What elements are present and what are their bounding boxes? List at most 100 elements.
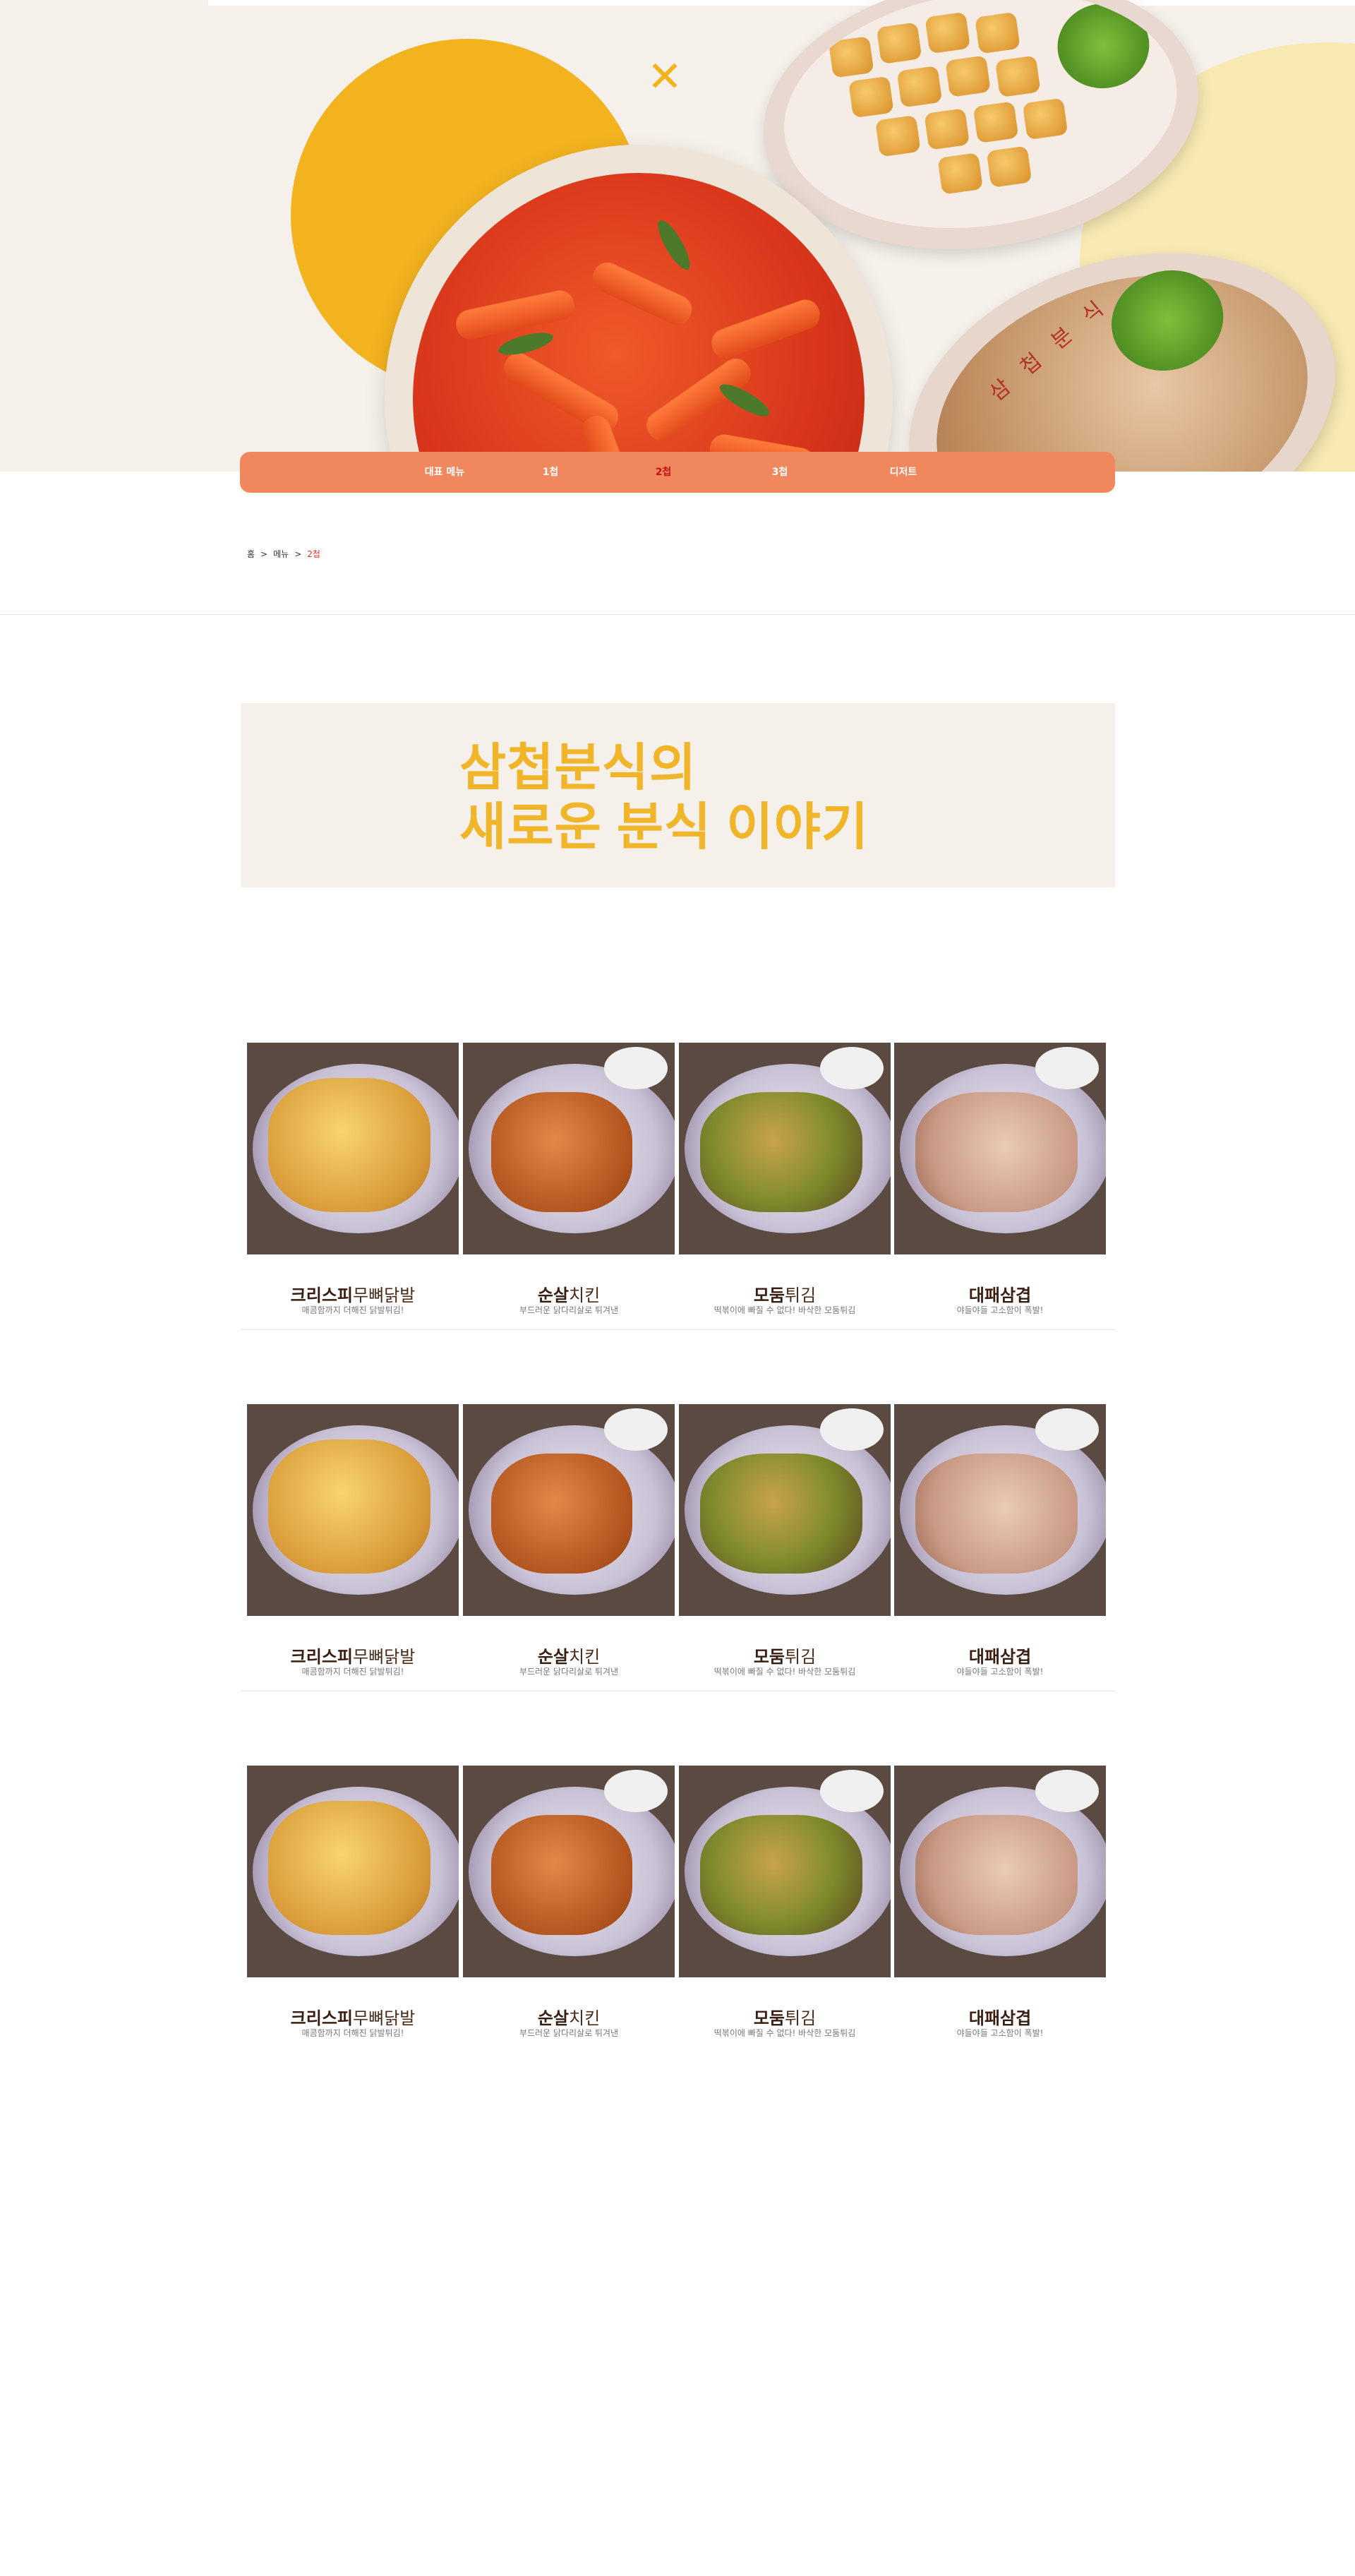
section-divider	[0, 614, 1355, 615]
sparkle-icon: ✕	[646, 52, 683, 102]
menu-item-name: 순살치킨	[463, 1643, 675, 1667]
boneless-chicken-feet-photo[interactable]	[247, 1404, 459, 1616]
menu-item-name: 모둠튀김	[679, 2004, 891, 2029]
boneless-chicken-feet-photo[interactable]	[247, 1043, 459, 1254]
assorted-fried-photo[interactable]	[679, 1404, 891, 1616]
hero-top-strip-left	[0, 0, 208, 6]
pork-belly-photo[interactable]	[894, 1766, 1106, 1977]
menu-item-desc: 떡볶이에 빠질 수 없다! 바삭한 모둠튀김	[713, 2028, 856, 2038]
menu-item-name: 모둠튀김	[679, 1281, 891, 1306]
breadcrumb-home[interactable]: 홈	[247, 549, 255, 559]
hero-banner: ✕ 삼 첩 분 식	[0, 0, 1355, 472]
menu-item-desc: 야들야들 고소함이 폭발!	[956, 2028, 1044, 2038]
menu-row: 크리스피무뼈닭발 매콤함까지 더해진 닭발튀김! 순살치킨 부드러운 닭다리살로 튀겨…	[241, 1766, 1115, 2062]
menu-item-name-light: 치킨	[569, 2008, 601, 2028]
pork-belly-photo[interactable]	[894, 1404, 1106, 1616]
menu-item-name-bold: 모둠	[753, 1647, 785, 1667]
menu-item-desc: 떡볶이에 빠질 수 없다! 바삭한 모둠튀김	[713, 1305, 856, 1315]
assorted-fried-photo[interactable]	[679, 1043, 891, 1254]
food-image	[268, 1439, 430, 1574]
boneless-chicken-photo[interactable]	[463, 1043, 675, 1254]
nav-item-3chup[interactable]: 3첩	[737, 452, 822, 493]
food-image	[491, 1815, 632, 1935]
menu-item-name: 모둠튀김	[679, 1643, 891, 1667]
menu-row: 크리스피무뼈닭발 매콤함까지 더해진 닭발튀김! 순살치킨 부드러운 닭다리살로 튀겨…	[241, 1404, 1115, 1701]
menu-item-desc: 부드러운 닭다리살로 튀겨낸	[519, 2028, 619, 2038]
nav-item-2chup[interactable]: 2첩	[621, 452, 706, 493]
menu-item-name-bold: 순살	[537, 2008, 569, 2028]
nav-item-dessert[interactable]: 디저트	[861, 452, 946, 493]
menu-item-name: 크리스피무뼈닭발	[247, 2004, 459, 2029]
side-bowl-image	[820, 1047, 884, 1089]
menu-item-name: 크리스피무뼈닭발	[247, 1643, 459, 1667]
side-bowl-image	[1035, 1047, 1099, 1089]
food-image	[268, 1078, 430, 1212]
menu-category-nav: 대표 메뉴 1첩 2첩 3첩 디저트	[240, 452, 1115, 493]
menu-item-desc: 부드러운 닭다리살로 튀겨낸	[519, 1667, 619, 1677]
food-image	[491, 1454, 632, 1574]
menu-item-name-light: 치킨	[569, 1286, 601, 1305]
food-image	[268, 1801, 430, 1935]
menu-item-name-light: 무뼈닭발	[353, 1286, 416, 1305]
menu-item-name-bold: 크리스피	[290, 1647, 353, 1667]
pork-belly-photo[interactable]	[894, 1043, 1106, 1254]
menu-item-name-light: 치킨	[569, 1647, 601, 1667]
menu-item-name-bold: 크리스피	[290, 2008, 353, 2028]
menu-item-name-bold: 대패삼겹	[968, 2008, 1032, 2028]
menu-item-name-bold: 순살	[537, 1647, 569, 1667]
menu-item-desc: 매콤함까지 더해진 닭발튀김!	[301, 1667, 404, 1677]
assorted-fried-photo[interactable]	[679, 1766, 891, 1977]
side-bowl-image	[604, 1408, 668, 1451]
menu-item-name-bold: 대패삼겹	[968, 1647, 1032, 1667]
food-image	[491, 1092, 632, 1212]
breadcrumb-separator: >	[294, 549, 302, 559]
side-bowl-image	[604, 1047, 668, 1089]
food-image	[700, 1815, 862, 1935]
breadcrumb-separator: >	[260, 549, 268, 559]
menu-item-name: 대패삼겹	[894, 2004, 1106, 2029]
food-image	[915, 1815, 1078, 1935]
boneless-chicken-photo[interactable]	[463, 1766, 675, 1977]
food-image	[915, 1092, 1078, 1212]
promo-banner: 삼첩분식의 새로운 분식 이야기	[241, 703, 1115, 887]
side-bowl-image	[1035, 1408, 1099, 1451]
food-image	[700, 1092, 862, 1212]
row-divider	[241, 1329, 1115, 1330]
breadcrumb: 홈 > 메뉴 >2첩	[247, 548, 326, 560]
menu-item-desc: 야들야들 고소함이 폭발!	[956, 1305, 1044, 1315]
side-bowl-image	[820, 1770, 884, 1812]
menu-item-name-bold: 모둠	[753, 1286, 785, 1305]
side-bowl-image	[820, 1408, 884, 1451]
menu-item-name-light: 무뼈닭발	[353, 2008, 416, 2028]
menu-item-name-bold: 대패삼겹	[968, 1286, 1032, 1305]
menu-item-name-light: 무뼈닭발	[353, 1647, 416, 1667]
menu-item-name-light: 튀김	[785, 2008, 817, 2028]
menu-item-name-bold: 순살	[537, 1286, 569, 1305]
menu-item-name: 대패삼겹	[894, 1281, 1106, 1306]
menu-item-desc: 매콤함까지 더해진 닭발튀김!	[301, 2028, 404, 2038]
menu-item-desc: 떡볶이에 빠질 수 없다! 바삭한 모둠튀김	[713, 1667, 856, 1677]
menu-item-name: 대패삼겹	[894, 1643, 1106, 1667]
menu-row: 크리스피무뼈닭발 매콤함까지 더해진 닭발튀김! 순살치킨 부드러운 닭다리살로 튀겨…	[241, 1043, 1115, 1339]
menu-item-name-bold: 크리스피	[290, 1286, 353, 1305]
menu-item-desc: 매콤함까지 더해진 닭발튀김!	[301, 1305, 404, 1315]
boneless-chicken-photo[interactable]	[463, 1404, 675, 1616]
food-image	[915, 1454, 1078, 1574]
menu-item-name: 순살치킨	[463, 2004, 675, 2029]
menu-item-desc: 부드러운 닭다리살로 튀겨낸	[519, 1305, 619, 1315]
food-image	[700, 1454, 862, 1574]
breadcrumb-current: 2첩	[307, 549, 320, 559]
menu-item-name: 순살치킨	[463, 1281, 675, 1306]
menu-item-name-light: 튀김	[785, 1647, 817, 1667]
nav-item-1chup[interactable]: 1첩	[508, 452, 593, 493]
breadcrumb-menu[interactable]: 메뉴	[273, 549, 289, 559]
menu-item-name-light: 튀김	[785, 1286, 817, 1305]
banner-title: 삼첩분식의 새로운 분식 이야기	[459, 740, 869, 856]
menu-item-name: 크리스피무뼈닭발	[247, 1281, 459, 1306]
boneless-chicken-feet-photo[interactable]	[247, 1766, 459, 1977]
side-bowl-image	[1035, 1770, 1099, 1812]
side-bowl-image	[604, 1770, 668, 1812]
nav-item-signature[interactable]: 대표 메뉴	[402, 452, 487, 493]
menu-item-name-bold: 모둠	[753, 2008, 785, 2028]
menu-item-desc: 야들야들 고소함이 폭발!	[956, 1667, 1044, 1677]
